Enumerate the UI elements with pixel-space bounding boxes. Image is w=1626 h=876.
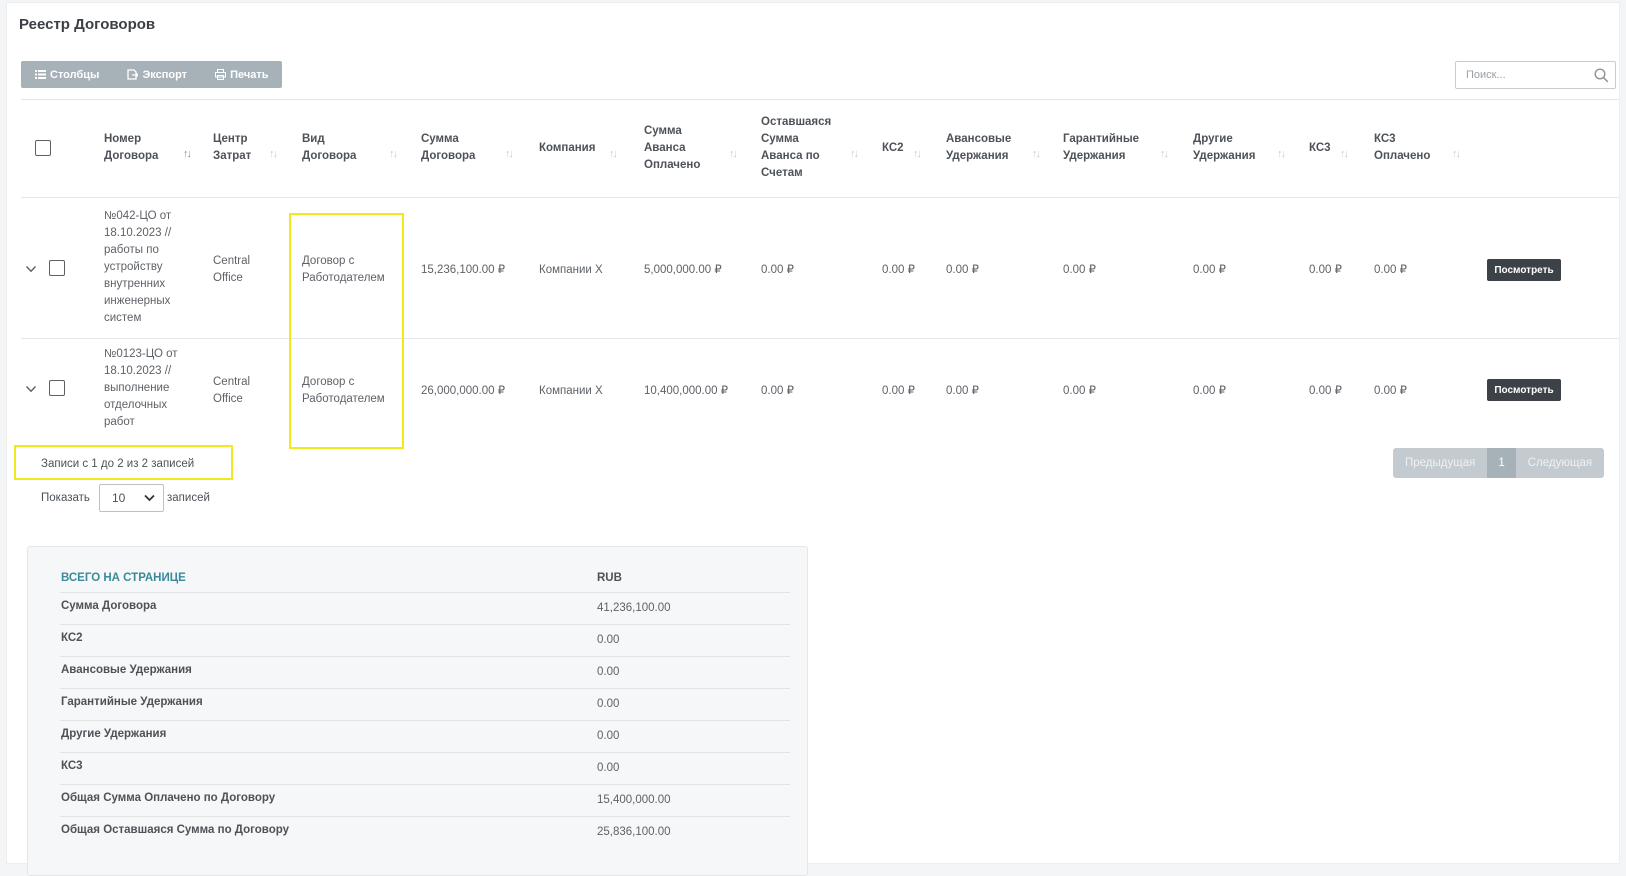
records-suffix-label: записей bbox=[167, 492, 210, 504]
row-2-view-button[interactable]: Посмотреть bbox=[1487, 379, 1561, 401]
row-1-other-hold: 0.00 ₽ bbox=[1193, 264, 1226, 276]
row-1-warranty-hold: 0.00 ₽ bbox=[1063, 264, 1096, 276]
row-1-view-button[interactable]: Посмотреть bbox=[1487, 259, 1561, 281]
row-1-advance-hold: 0.00 ₽ bbox=[946, 264, 979, 276]
page-title: Реестр Договоров bbox=[19, 16, 156, 33]
row-2-checkbox[interactable] bbox=[49, 380, 65, 396]
th-warranty-hold[interactable]: Гарантийные Удержания bbox=[1063, 131, 1139, 165]
sort-other-hold-icon[interactable]: ↑↓ bbox=[1277, 148, 1286, 160]
expand-row-2-icon[interactable] bbox=[25, 383, 37, 395]
prev-page-button[interactable]: Предыдущая bbox=[1393, 448, 1488, 478]
totals-row: КС3 0.00 bbox=[60, 752, 790, 784]
row-2-other-hold: 0.00 ₽ bbox=[1193, 385, 1226, 397]
row-1-company: Компании Х bbox=[539, 264, 603, 276]
page-1-button[interactable]: 1 bbox=[1487, 448, 1516, 478]
row-1-amount: 15,236,100.00 ₽ bbox=[421, 264, 506, 276]
page-length-select[interactable]: 10 bbox=[99, 484, 164, 512]
export-icon bbox=[127, 69, 139, 80]
th-advance-remaining[interactable]: Оставшаяся Сумма Аванса по Счетам bbox=[761, 114, 831, 182]
contracts-registry-card: Реестр Договоров Столбцы Экспорт Печать … bbox=[6, 2, 1620, 876]
row-2-contract-number: №0123-ЦО от 18.10.2023 //выполнение отдело… bbox=[104, 348, 178, 428]
totals-row: КС2 0.00 bbox=[60, 624, 790, 656]
totals-heading: ВСЕГО НА СТРАНИЦЕ bbox=[61, 572, 186, 584]
sort-advance-paid-icon[interactable]: ↑↓ bbox=[729, 148, 738, 160]
th-ks3-paid[interactable]: КС3 Оплачено bbox=[1374, 131, 1430, 165]
row-2-advance-hold: 0.00 ₽ bbox=[946, 385, 979, 397]
sort-ks3-paid-icon[interactable]: ↑↓ bbox=[1452, 148, 1461, 160]
search-box bbox=[1455, 61, 1616, 89]
header-top-divider bbox=[21, 99, 1619, 100]
columns-icon bbox=[35, 70, 46, 79]
th-other-hold[interactable]: Другие Удержания bbox=[1193, 131, 1255, 165]
sort-amount-icon[interactable]: ↑↓ bbox=[505, 148, 514, 160]
row-1-advance-remaining: 0.00 ₽ bbox=[761, 264, 794, 276]
export-label: Экспорт bbox=[142, 68, 188, 81]
page-length-value: 10 bbox=[112, 491, 126, 505]
row-2-ks3: 0.00 ₽ bbox=[1309, 385, 1342, 397]
print-icon bbox=[215, 69, 227, 80]
next-page-button[interactable]: Следующая bbox=[1515, 448, 1605, 478]
row-2-cost-center: Central Office bbox=[213, 376, 251, 405]
sort-advance-remaining-icon[interactable]: ↑↓ bbox=[850, 148, 859, 160]
row-2-amount: 26,000,000.00 ₽ bbox=[421, 385, 506, 397]
row-2-ks3-paid: 0.00 ₽ bbox=[1374, 385, 1407, 397]
totals-row: Общая Оставшаяся Сумма по Договору 25,836… bbox=[60, 816, 790, 848]
row-2-ks2: 0.00 ₽ bbox=[882, 385, 915, 397]
row-1-contract-number: №042-ЦО от 18.10.2023 //работы по устройст… bbox=[104, 210, 172, 324]
row-2-company: Компании Х bbox=[539, 385, 603, 397]
totals-row: Гарантийные Удержания 0.00 bbox=[60, 688, 790, 720]
row-2-advance-paid: 10,400,000.00 ₽ bbox=[644, 385, 729, 397]
search-input[interactable] bbox=[1466, 69, 1596, 81]
sort-advance-hold-icon[interactable]: ↑↓ bbox=[1032, 148, 1041, 160]
pagination: Предыдущая 1 Следующая bbox=[1393, 448, 1605, 478]
totals-currency: RUB bbox=[597, 572, 622, 584]
th-cost-center[interactable]: Центр Затрат bbox=[213, 131, 251, 165]
sort-cost-center-icon[interactable]: ↑↓ bbox=[269, 148, 278, 160]
totals-row: Другие Удержания 0.00 bbox=[60, 720, 790, 752]
show-label: Показать bbox=[41, 492, 90, 504]
th-advance-hold[interactable]: Авансовые Удержания bbox=[946, 131, 1011, 165]
export-button[interactable]: Экспорт bbox=[113, 61, 201, 88]
th-company[interactable]: Компания bbox=[539, 140, 595, 157]
expand-row-1-icon[interactable] bbox=[25, 263, 37, 275]
select-all-checkbox[interactable] bbox=[35, 140, 51, 156]
row-1-ks2: 0.00 ₽ bbox=[882, 264, 915, 276]
search-icon[interactable] bbox=[1594, 68, 1609, 83]
row-1-checkbox[interactable] bbox=[49, 260, 65, 276]
records-info: Записи с 1 до 2 из 2 записей bbox=[41, 458, 195, 470]
print-button[interactable]: Печать bbox=[201, 61, 282, 88]
columns-label: Столбцы bbox=[50, 68, 100, 81]
totals-row: Сумма Договора 41,236,100.00 bbox=[60, 592, 790, 624]
sort-ks2-icon[interactable]: ↑↓ bbox=[913, 148, 922, 160]
row-1-ks3-paid: 0.00 ₽ bbox=[1374, 264, 1407, 276]
header-bottom-divider bbox=[21, 197, 1619, 198]
columns-button[interactable]: Столбцы bbox=[21, 61, 113, 88]
highlight-contract-type-column bbox=[289, 213, 404, 449]
th-advance-paid[interactable]: Сумма Аванса Оплачено bbox=[644, 123, 700, 174]
chevron-down-icon bbox=[144, 494, 155, 502]
th-ks2[interactable]: КС2 bbox=[882, 140, 904, 157]
row-divider bbox=[21, 338, 1619, 339]
totals-row: Общая Сумма Оплачено по Договору 15,400,0… bbox=[60, 784, 790, 816]
th-ks3[interactable]: КС3 bbox=[1309, 140, 1331, 157]
row-2-warranty-hold: 0.00 ₽ bbox=[1063, 385, 1096, 397]
sort-company-icon[interactable]: ↑↓ bbox=[609, 148, 618, 160]
sort-ks3-icon[interactable]: ↑↓ bbox=[1340, 148, 1349, 160]
page-totals-panel: ВСЕГО НА СТРАНИЦЕ RUB Сумма Договора 41,2… bbox=[27, 546, 808, 876]
sort-warranty-hold-icon[interactable]: ↑↓ bbox=[1160, 148, 1169, 160]
row-1-advance-paid: 5,000,000.00 ₽ bbox=[644, 264, 722, 276]
row-1-cost-center: Central Office bbox=[213, 255, 251, 284]
sort-type-icon[interactable]: ↑↓ bbox=[389, 148, 398, 160]
sort-number-icon[interactable]: ↑↓ bbox=[183, 148, 192, 160]
print-label: Печать bbox=[230, 68, 269, 81]
th-contract-number[interactable]: Номер Договора bbox=[104, 131, 158, 165]
row-1-ks3: 0.00 ₽ bbox=[1309, 264, 1342, 276]
th-contract-amount[interactable]: Сумма Договора bbox=[421, 131, 475, 165]
th-contract-type[interactable]: Вид Договора bbox=[302, 131, 356, 165]
row-2-advance-remaining: 0.00 ₽ bbox=[761, 385, 794, 397]
table-toolbar: Столбцы Экспорт Печать bbox=[21, 61, 283, 88]
totals-row: Авансовые Удержания 0.00 bbox=[60, 656, 790, 688]
